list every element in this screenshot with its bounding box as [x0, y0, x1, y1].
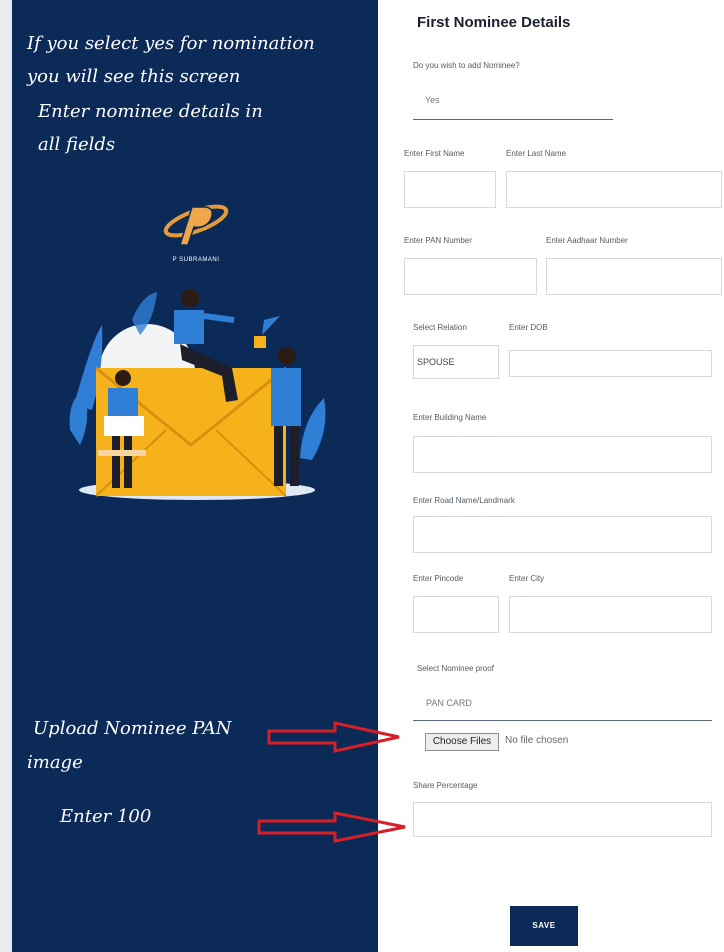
- proof-select[interactable]: PAN CARD: [426, 698, 472, 708]
- annotation-line-3: Enter nominee details in: [38, 101, 263, 122]
- add-nominee-label: Do you wish to add Nominee?: [413, 61, 520, 70]
- proof-label: Select Nominee proof: [417, 664, 494, 673]
- no-file-text: No file chosen: [505, 735, 569, 746]
- annotation-upload-line-2: image: [27, 752, 83, 773]
- add-nominee-select[interactable]: Yes: [425, 95, 440, 105]
- road-label: Enter Road Name/Landmark: [413, 496, 515, 505]
- add-nominee-underline: [413, 119, 613, 120]
- share-label: Share Percentage: [413, 781, 478, 790]
- arrow-right-icon: [267, 721, 400, 753]
- arrow-right-icon: [257, 811, 406, 843]
- form-title: First Nominee Details: [417, 14, 571, 31]
- dob-input[interactable]: [509, 350, 712, 377]
- aadhaar-input[interactable]: [546, 258, 722, 295]
- pan-input[interactable]: [404, 258, 537, 295]
- save-button[interactable]: SAVE: [510, 906, 578, 946]
- choose-files-button[interactable]: Choose Files: [425, 733, 499, 751]
- annotation-line-2: you will see this screen: [27, 66, 241, 87]
- pan-label: Enter PAN Number: [404, 236, 472, 245]
- building-input[interactable]: [413, 436, 712, 473]
- aadhaar-label: Enter Aadhaar Number: [546, 236, 628, 245]
- envelope-illustration: [69, 289, 326, 500]
- share-percentage-input[interactable]: [413, 802, 712, 837]
- dob-label: Enter DOB: [509, 323, 548, 332]
- last-name-input[interactable]: [506, 171, 722, 208]
- logo-text: P SUBRAMANI: [172, 257, 220, 263]
- pincode-label: Enter Pincode: [413, 574, 464, 583]
- pincode-input[interactable]: [413, 596, 499, 633]
- last-name-label: Enter Last Name: [506, 149, 567, 158]
- first-name-input[interactable]: [404, 171, 496, 208]
- relation-label: Select Relation: [413, 323, 467, 332]
- annotation-line-1: If you select yes for nomination: [27, 33, 315, 54]
- relation-value: SPOUSE: [417, 357, 455, 367]
- city-input[interactable]: [509, 596, 712, 633]
- building-label: Enter Building Name: [413, 413, 487, 422]
- annotation-upload-line-1: Upload Nominee PAN: [33, 718, 232, 739]
- city-label: Enter City: [509, 574, 545, 583]
- annotation-enter-100: Enter 100: [60, 806, 152, 827]
- left-edge-strip: [0, 0, 12, 952]
- proof-underline: [413, 720, 712, 721]
- first-name-label: Enter First Name: [404, 149, 465, 158]
- road-input[interactable]: [413, 516, 712, 553]
- annotation-line-4: all fields: [38, 134, 116, 155]
- logo-icon: [163, 204, 229, 246]
